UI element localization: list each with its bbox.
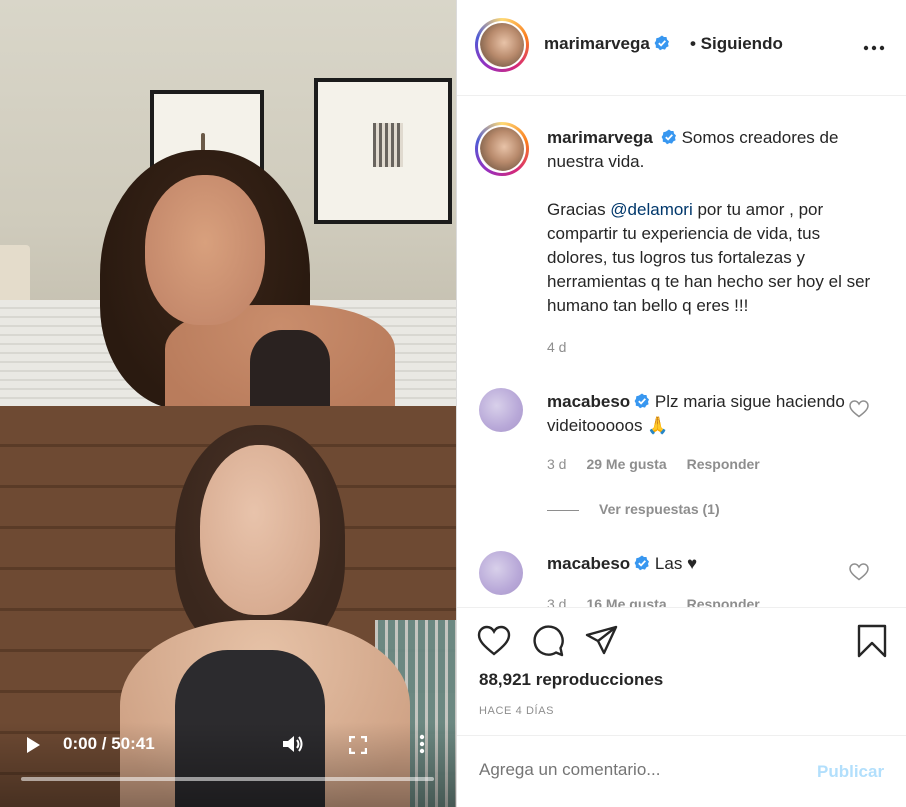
verified-icon: [654, 35, 669, 51]
caption-mention-link[interactable]: @delamori: [610, 200, 692, 219]
video-top-participant: [0, 0, 456, 406]
add-comment-bar: Publicar: [457, 735, 906, 807]
comment-icon[interactable]: [531, 624, 565, 658]
video-progress-bar[interactable]: [21, 777, 434, 781]
reply-button[interactable]: Responder: [687, 596, 760, 607]
post-panel: marimarvega • Siguiendo marimarvega Somo…: [456, 0, 906, 807]
comment-text: macabeso Plz maria sigue haciendo videit…: [547, 390, 847, 438]
volume-icon[interactable]: [282, 734, 304, 754]
header-username[interactable]: marimarvega: [544, 34, 670, 54]
participant-1-top: [250, 330, 330, 406]
avatar[interactable]: [475, 18, 529, 72]
comment-text: macabeso Las ♥: [547, 552, 847, 576]
comment-age: 3 d: [547, 596, 567, 608]
post-date: HACE 4 DÍAS: [479, 705, 555, 717]
view-replies-label[interactable]: Ver respuestas (1): [599, 501, 720, 517]
comment-body: Las ♥: [654, 554, 698, 573]
share-icon[interactable]: [585, 624, 619, 658]
more-horizontal-icon[interactable]: [862, 38, 886, 58]
post-actions: 88,921 reproducciones HACE 4 DÍAS: [457, 608, 906, 728]
follow-status-button[interactable]: • Siguiendo: [690, 34, 783, 54]
comment-username[interactable]: macabeso: [547, 554, 630, 573]
comment-meta: 3 d 16 Me gusta Responder: [547, 596, 780, 608]
play-icon[interactable]: [24, 736, 42, 754]
comment-age: 3 d: [547, 456, 567, 472]
video-player[interactable]: 0:00 / 50:41: [0, 0, 456, 807]
lamp: [0, 245, 30, 305]
heart-icon[interactable]: [849, 563, 869, 581]
view-replies-button[interactable]: Ver respuestas (1): [547, 501, 720, 517]
more-vertical-icon[interactable]: [418, 734, 426, 754]
post-caption: marimarvega Somos creadores de nuestra v…: [547, 126, 877, 318]
publish-button[interactable]: Publicar: [817, 762, 884, 782]
caption-age: 4 d: [547, 339, 567, 355]
replies-divider: [547, 509, 579, 511]
caption-avatar[interactable]: [475, 122, 529, 176]
verified-icon: [661, 129, 676, 145]
comment-likes[interactable]: 29 Me gusta: [586, 456, 666, 472]
video-time: 0:00 / 50:41: [63, 734, 155, 753]
reply-button[interactable]: Responder: [687, 456, 760, 472]
comment-likes[interactable]: 16 Me gusta: [586, 596, 666, 607]
heart-icon[interactable]: [477, 624, 511, 658]
username[interactable]: marimarvega: [544, 34, 650, 53]
views-count: 88,921 reproducciones: [479, 670, 664, 689]
verified-icon: [634, 393, 650, 409]
comment-avatar[interactable]: [479, 388, 523, 432]
fullscreen-icon[interactable]: [349, 736, 367, 754]
comment-input[interactable]: [479, 760, 799, 780]
participant-1-face: [145, 175, 265, 325]
comments-list[interactable]: marimarvega Somos creadores de nuestra v…: [457, 96, 906, 608]
caption-prefix: Gracias: [547, 200, 611, 219]
post-header: marimarvega • Siguiendo: [457, 0, 906, 96]
participant-2-face: [200, 445, 320, 615]
bookmark-icon[interactable]: [855, 624, 889, 658]
verified-icon: [634, 555, 650, 571]
comment-avatar[interactable]: [479, 551, 523, 595]
comment-meta: 3 d 29 Me gusta Responder: [547, 456, 780, 472]
caption-username[interactable]: marimarvega: [547, 128, 653, 147]
comment-username[interactable]: macabeso: [547, 392, 630, 411]
wall-frame-right: [314, 78, 452, 224]
heart-icon[interactable]: [849, 400, 869, 418]
